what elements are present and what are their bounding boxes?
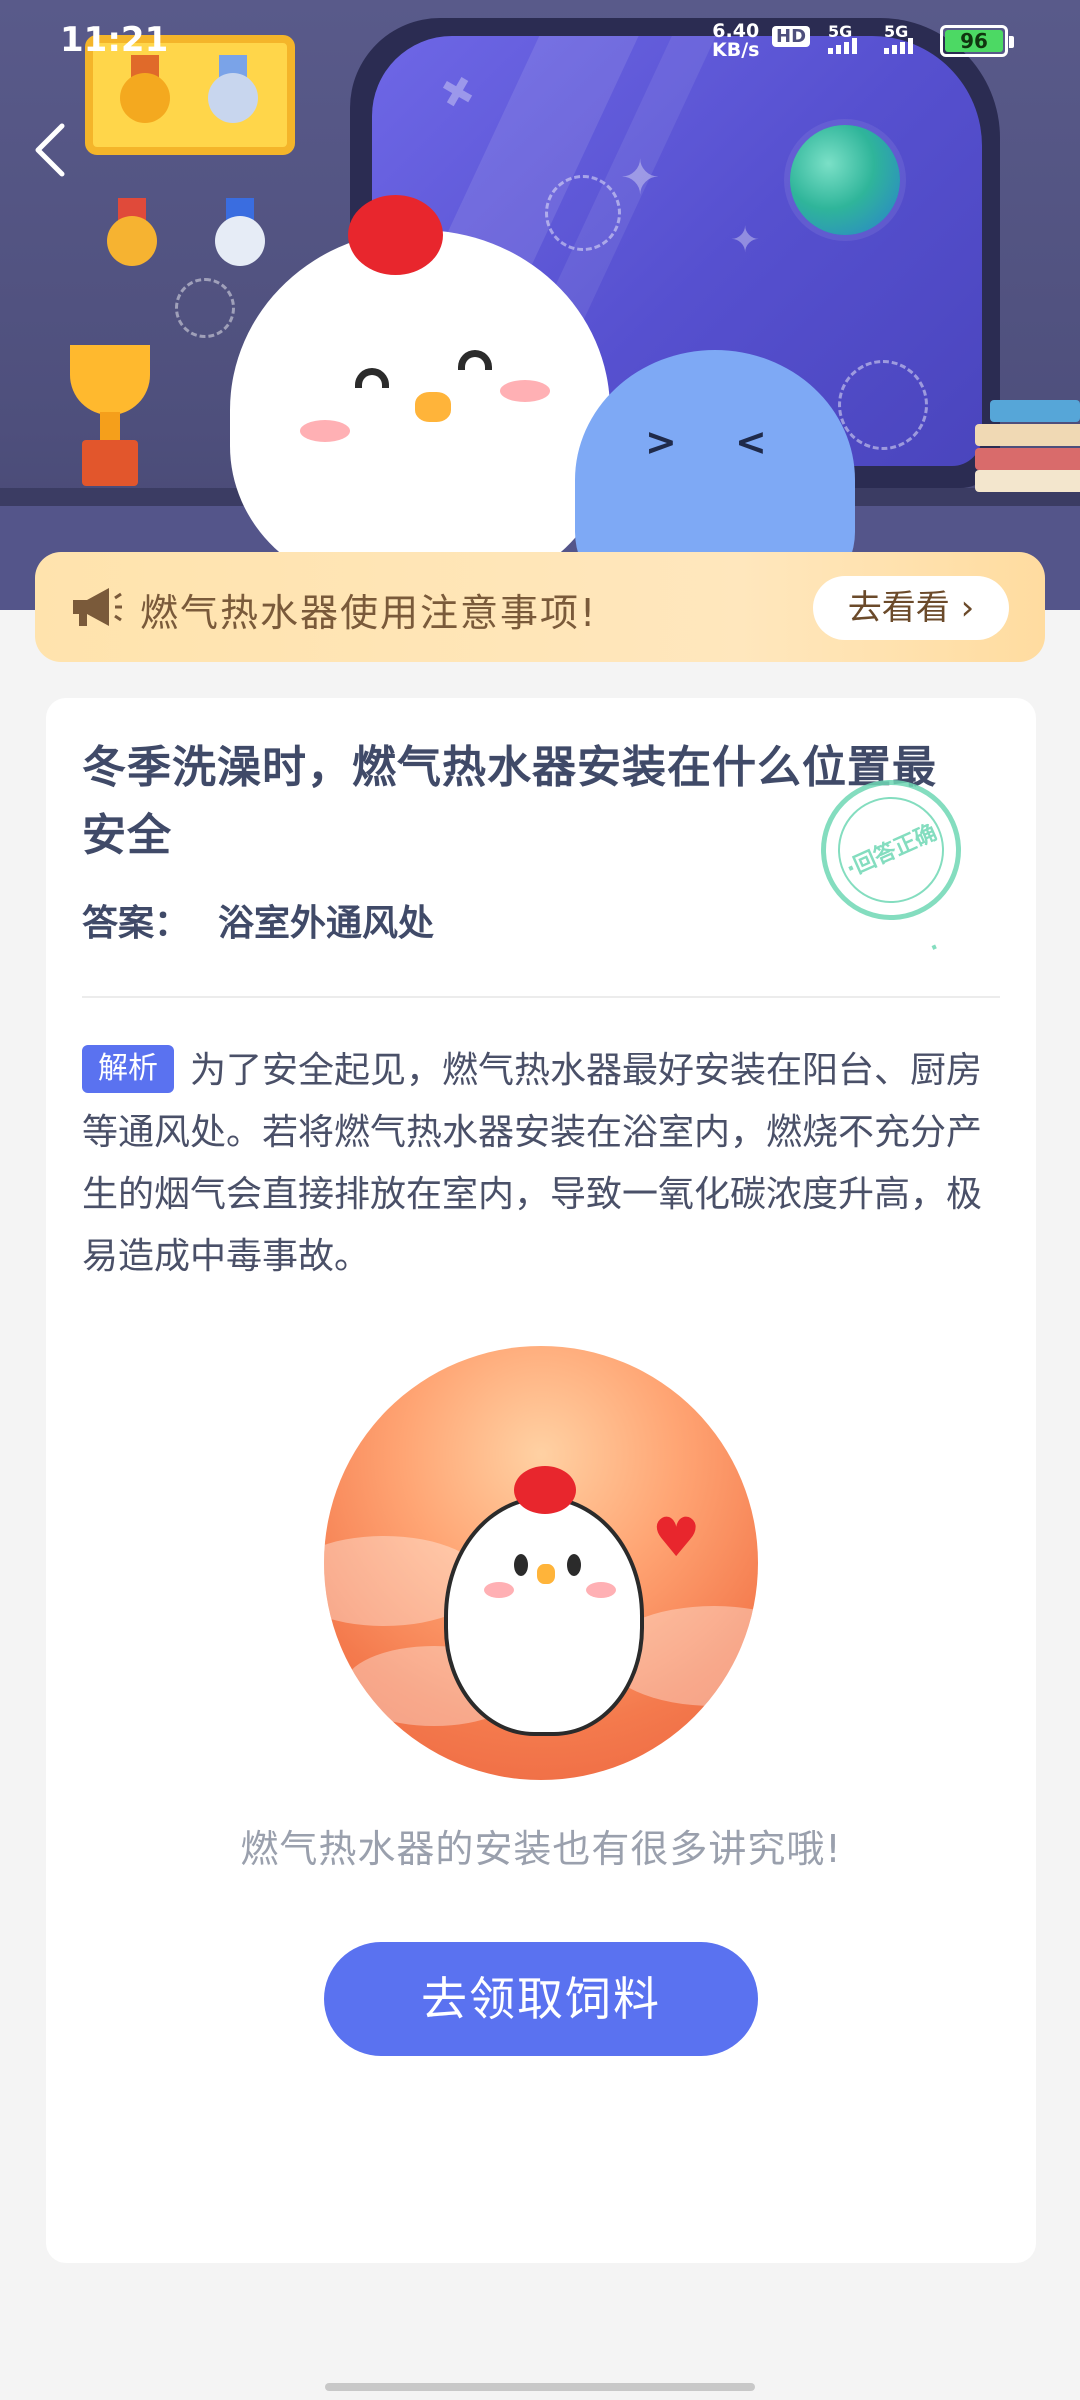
chick-body — [444, 1496, 644, 1736]
status-time: 11:21 — [60, 20, 169, 60]
heart-icon: ♥ — [652, 1506, 701, 1569]
answer-row: 答案： 浴室外通风处 — [82, 894, 434, 946]
stamp-text: ·回答正确· — [821, 780, 961, 961]
analysis-tag: 解析 — [82, 1045, 174, 1093]
sparkle-icon: ✦ — [730, 220, 761, 261]
mascot-illustration: ♥ — [324, 1346, 758, 1780]
chick-eye — [514, 1554, 528, 1576]
chick-comb — [348, 195, 443, 275]
tips-banner[interactable]: 燃气热水器使用注意事项! 去看看 › — [35, 552, 1045, 662]
alien-eye: > — [645, 420, 677, 464]
earth-icon — [790, 125, 900, 235]
trophy-icon — [70, 345, 150, 415]
hero-illustration: ✦ ✦ ✚ > < — [0, 0, 1080, 610]
chick-beak — [537, 1564, 555, 1584]
alien-eye: < — [735, 420, 767, 464]
hd-icon: HD — [772, 26, 811, 47]
chick-eye — [567, 1554, 581, 1576]
answer-value: 浴室外通风处 — [218, 903, 435, 944]
battery-level: 96 — [945, 30, 1003, 52]
battery-icon: 96 — [940, 25, 1014, 57]
dashed-circle — [838, 360, 928, 450]
signal-bars-icon — [884, 38, 913, 54]
dashed-circle — [545, 175, 621, 251]
chevron-left-icon — [35, 123, 65, 177]
back-button[interactable] — [30, 120, 90, 190]
bronze-medal-icon — [102, 198, 162, 276]
banner-text: 燃气热水器使用注意事项! — [140, 591, 598, 635]
network-speed: 6.40 KB/s — [712, 20, 760, 61]
dashed-circle — [175, 278, 235, 338]
chick-beak — [415, 392, 451, 422]
chick-comb — [514, 1466, 576, 1514]
sparkle-icon: ✦ — [620, 150, 661, 206]
books-icon — [975, 400, 1080, 492]
answer-label: 答案： — [82, 903, 191, 944]
home-indicator[interactable] — [325, 2383, 755, 2391]
claim-feed-button[interactable]: 去领取饲料 — [324, 1942, 758, 2056]
go-see-button[interactable]: 去看看 › — [813, 576, 1009, 640]
silver-medal-icon — [210, 198, 270, 276]
megaphone-icon — [73, 588, 122, 626]
analysis-text: 为了安全起见，燃气热水器最好安装在阳台、厨房等通风处。若将燃气热水器安装在浴室内… — [82, 1050, 983, 1277]
answer-card: 冬季洗澡时，燃气热水器安装在什么位置最安全 答案： 浴室外通风处 ·回答正确· 解… — [46, 698, 1036, 2263]
analysis-paragraph: 解析 为了安全起见，燃气热水器最好安装在阳台、厨房等通风处。若将燃气热水器安装在浴… — [82, 1040, 1002, 1288]
mascot-caption: 燃气热水器的安装也有很多讲究哦! — [240, 1827, 842, 1871]
divider — [82, 996, 1000, 998]
signal-bars-icon — [828, 38, 857, 54]
status-bar: 11:21 6.40 KB/s HD 5G 5G 96 — [0, 0, 1080, 80]
